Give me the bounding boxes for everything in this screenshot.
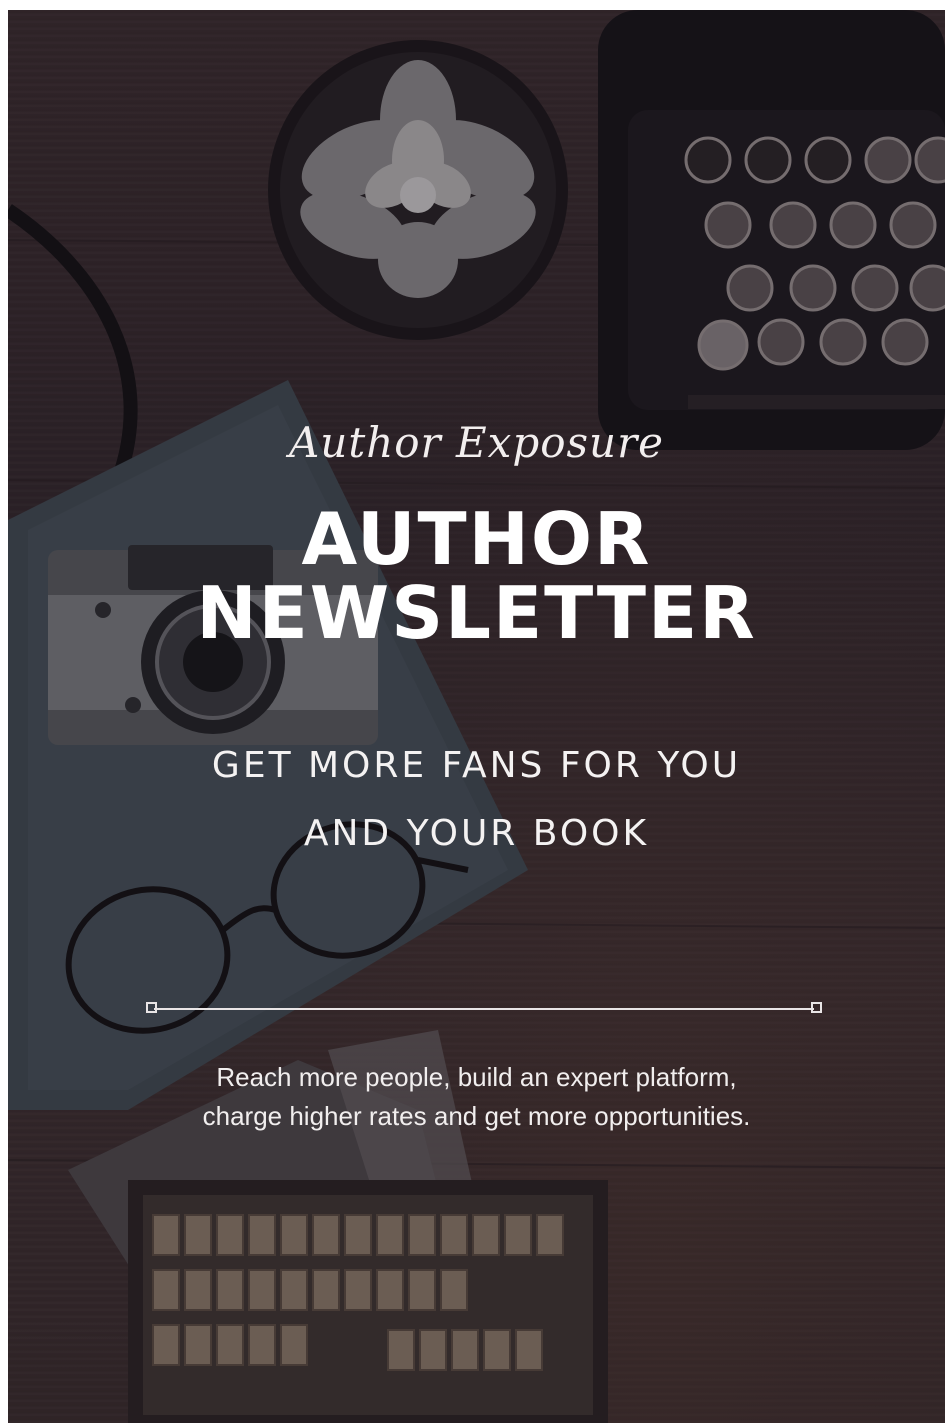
- tagline-line-2: AND YOUR BOOK: [303, 813, 650, 854]
- divider-left-handle: [146, 1002, 157, 1013]
- brand-script-title: Author Exposure: [288, 418, 665, 467]
- newsletter-poster: Author Exposure AUTHOR NEWSLETTER GET MO…: [8, 10, 945, 1423]
- main-title-line-1: AUTHOR: [301, 497, 652, 581]
- divider-rule: [154, 1008, 814, 1010]
- divider-right-handle: [811, 1002, 822, 1013]
- description: Reach more people, build an expert platf…: [8, 1058, 945, 1136]
- main-title-line-2: NEWSLETTER: [196, 571, 757, 655]
- dark-overlay: [8, 10, 945, 1423]
- tagline: GET MORE FANS FOR YOU AND YOUR BOOK: [8, 732, 945, 868]
- main-title: AUTHOR NEWSLETTER: [8, 502, 945, 650]
- description-line-1: Reach more people, build an expert platf…: [216, 1062, 737, 1092]
- tagline-line-1: GET MORE FANS FOR YOU: [211, 745, 742, 786]
- divider-line: [146, 1001, 822, 1017]
- description-line-2: charge higher rates and get more opportu…: [202, 1101, 751, 1131]
